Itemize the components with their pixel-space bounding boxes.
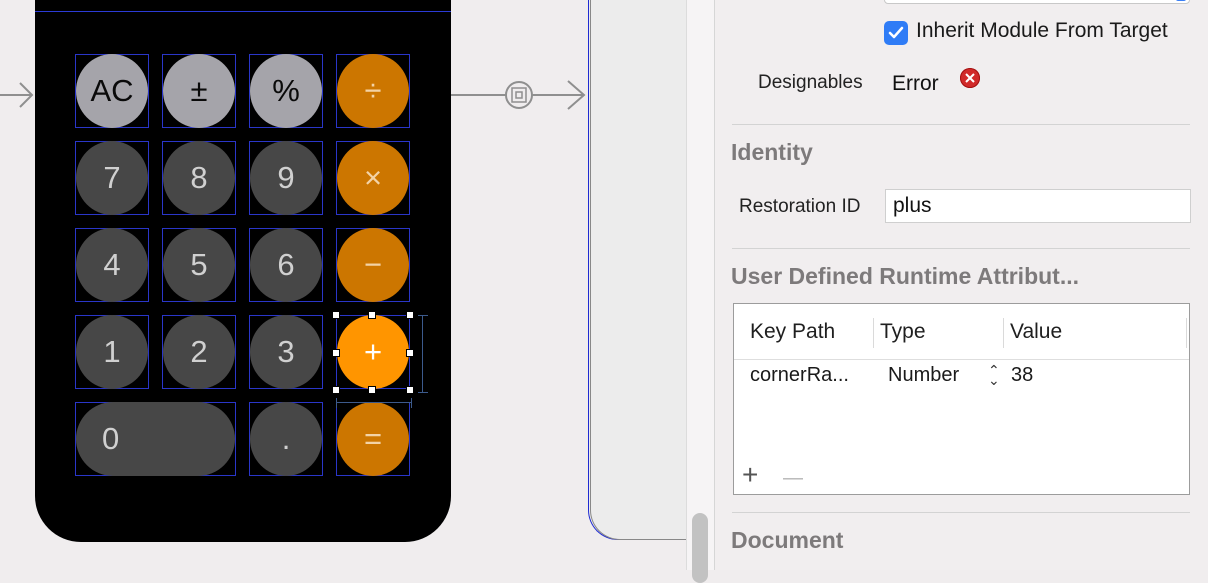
column-header-type[interactable]: Type [880,320,926,344]
inherit-module-checkbox[interactable] [884,21,908,45]
calc-button-percent[interactable]: % [249,54,323,128]
calc-button-label: + [337,315,409,389]
resize-handle[interactable] [332,386,340,394]
calc-button-label: 9 [250,141,322,215]
document-section-title[interactable]: Document [731,527,843,554]
segue-connector[interactable] [450,76,588,116]
calc-button-label: 7 [76,141,148,215]
dropdown-indicator-icon [1176,0,1186,1]
height-constraint-indicator [418,315,428,393]
calc-button-label: = [337,402,409,476]
resize-handle[interactable] [332,311,340,319]
resize-handle[interactable] [332,349,340,357]
calc-button-label: 6 [250,228,322,302]
display-label-frame [35,0,451,12]
remove-attribute-button[interactable]: — [783,464,803,492]
type-cell[interactable]: Number [888,364,959,387]
header-divider [734,359,1189,360]
calc-button-label: 3 [250,315,322,389]
storyboard-canvas[interactable]: AC ±% ÷ 7 8 9 × 4 5 6− 1 2 3 +0. = [0,0,686,570]
section-divider [732,248,1190,249]
calc-button-label: % [250,54,322,128]
entry-segue-arrow [0,82,34,108]
scrollbar-thumb[interactable] [692,513,708,583]
calc-button-1[interactable]: 1 [75,315,149,389]
calc-button-label: ± [163,54,235,128]
value-cell[interactable]: 38 [1011,364,1033,387]
calc-button-4[interactable]: 4 [75,228,149,302]
add-attribute-button[interactable]: + [742,461,758,489]
calc-button-8[interactable]: 8 [162,141,236,215]
calc-button-label: 2 [163,315,235,389]
resize-handle[interactable] [368,311,376,319]
calc-button-label: × [337,141,409,215]
calc-button-decimal[interactable]: . [249,402,323,476]
calc-button-label: 5 [163,228,235,302]
calc-button-label: . [250,402,322,476]
inherit-module-label[interactable]: Inherit Module From Target [916,19,1168,43]
calc-button-clear[interactable]: AC [75,54,149,128]
section-divider [732,124,1190,125]
calc-button-3[interactable]: 3 [249,315,323,389]
calc-button-9[interactable]: 9 [249,141,323,215]
calc-button-2[interactable]: 2 [162,315,236,389]
designables-value: Error [892,72,939,95]
column-separator [1186,318,1187,348]
checkmark-icon [888,26,904,39]
calc-button-label: AC [76,54,148,128]
calc-button-plus[interactable]: + [336,315,410,389]
calc-button-plus-minus[interactable]: ± [162,54,236,128]
second-scene-edge [590,0,686,540]
section-divider [732,512,1190,513]
restoration-id-label: Restoration ID [739,196,861,217]
calc-button-7[interactable]: 7 [75,141,149,215]
width-constraint-indicator [336,398,412,408]
column-header-key-path[interactable]: Key Path [750,320,835,344]
calc-button-label: 4 [76,228,148,302]
calc-button-minus[interactable]: − [336,228,410,302]
designables-label: Designables [758,72,863,93]
calc-button-label: − [337,228,409,302]
canvas-scrollbar[interactable] [686,0,714,570]
column-separator [873,318,874,348]
calc-button-5[interactable]: 5 [162,228,236,302]
calc-button-label: 8 [163,141,235,215]
resize-handle[interactable] [406,311,414,319]
calc-button-label: 0 [76,402,235,476]
error-icon[interactable] [960,68,980,88]
module-field[interactable] [884,0,1190,4]
calc-button-0[interactable]: 0 [75,402,236,476]
runtime-attributes-section-title[interactable]: User Defined Runtime Attribut... [731,263,1079,290]
column-separator [1003,318,1004,348]
calc-button-label: 1 [76,315,148,389]
key-path-cell[interactable]: cornerRa... [750,364,849,387]
resize-handle[interactable] [406,349,414,357]
identity-section-title[interactable]: Identity [731,139,813,166]
calc-button-label: ÷ [337,54,409,128]
resize-handle[interactable] [406,386,414,394]
resize-handle[interactable] [368,386,376,394]
calc-button-multiply[interactable]: × [336,141,410,215]
calc-button-divide[interactable]: ÷ [336,54,410,128]
column-header-value[interactable]: Value [1010,320,1062,344]
calc-button-6[interactable]: 6 [249,228,323,302]
runtime-attributes-table[interactable]: Key Path Type Value cornerRa... Number ⌃… [733,303,1190,495]
type-stepper-icon[interactable]: ⌃ ⌄ [988,363,1000,387]
calc-button-equals[interactable]: = [336,402,410,476]
restoration-id-input[interactable]: plus [885,189,1191,223]
